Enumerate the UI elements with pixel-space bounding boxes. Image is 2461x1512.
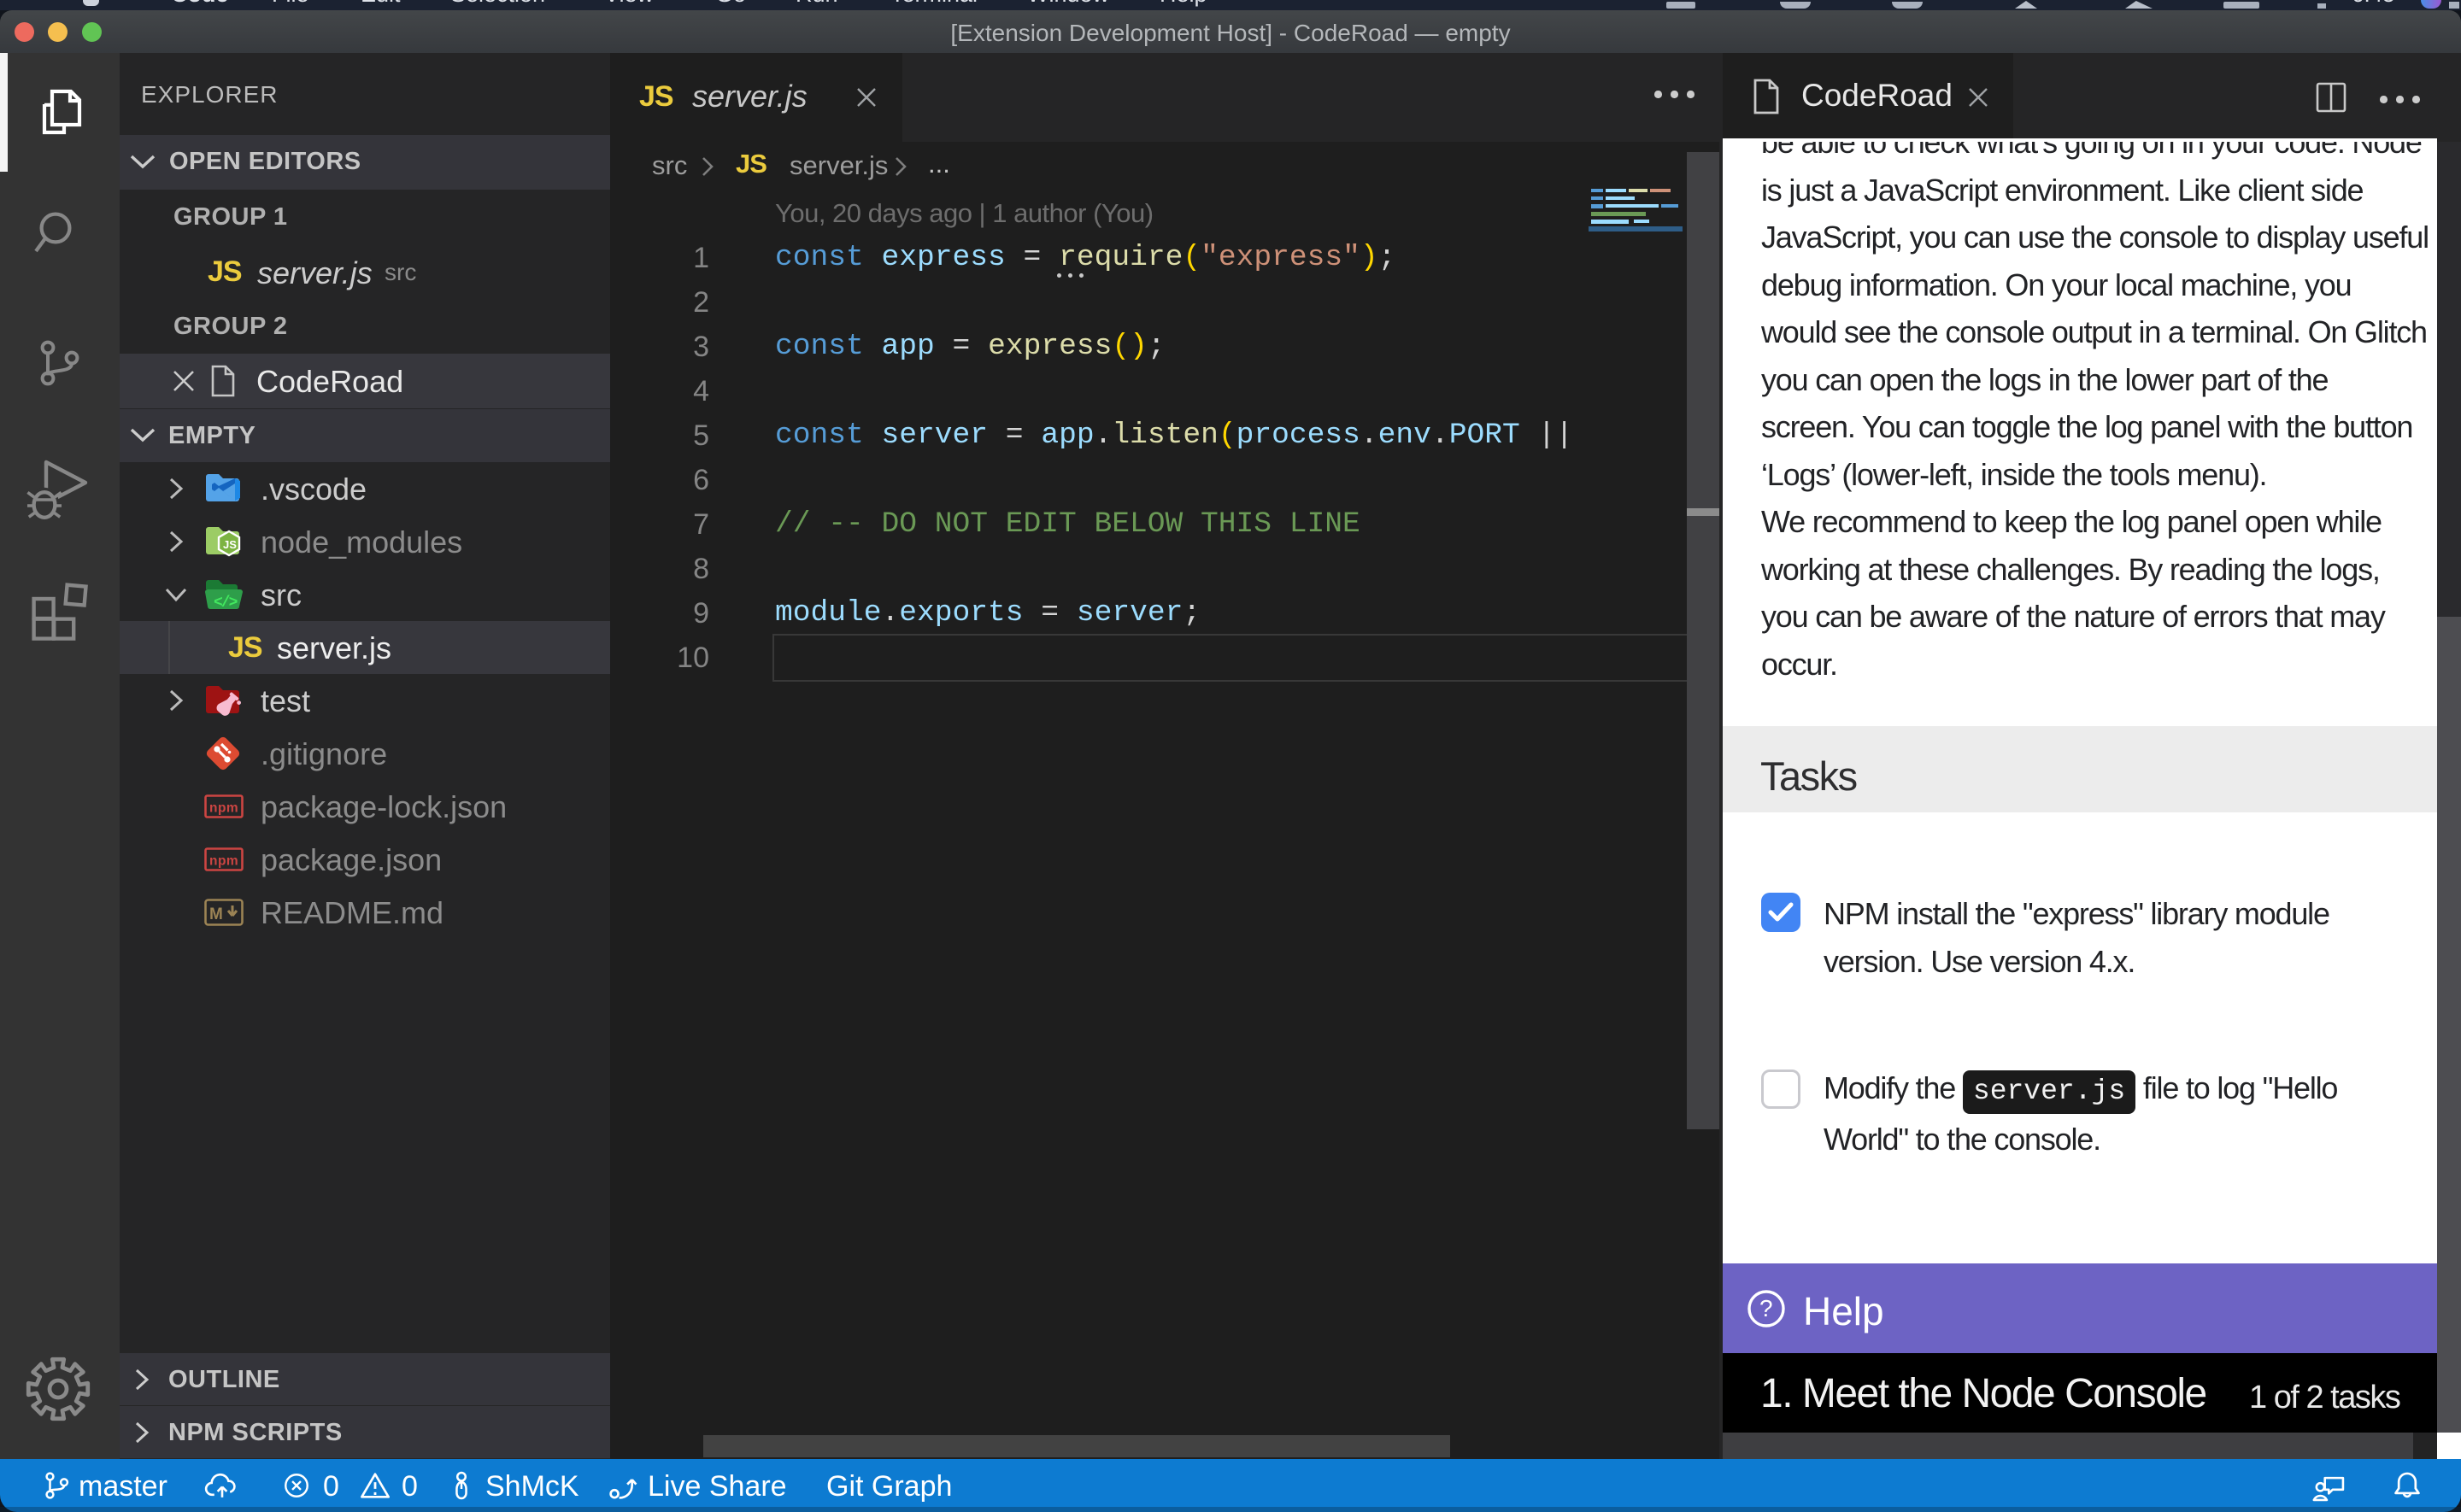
svg-text:npm: npm <box>209 854 238 869</box>
svg-text:JS: JS <box>223 538 237 551</box>
svg-text:M: M <box>209 905 223 923</box>
svg-text:npm: npm <box>209 801 238 816</box>
svg-text:?: ? <box>1759 1295 1773 1322</box>
svg-text:</>: </> <box>214 595 238 612</box>
